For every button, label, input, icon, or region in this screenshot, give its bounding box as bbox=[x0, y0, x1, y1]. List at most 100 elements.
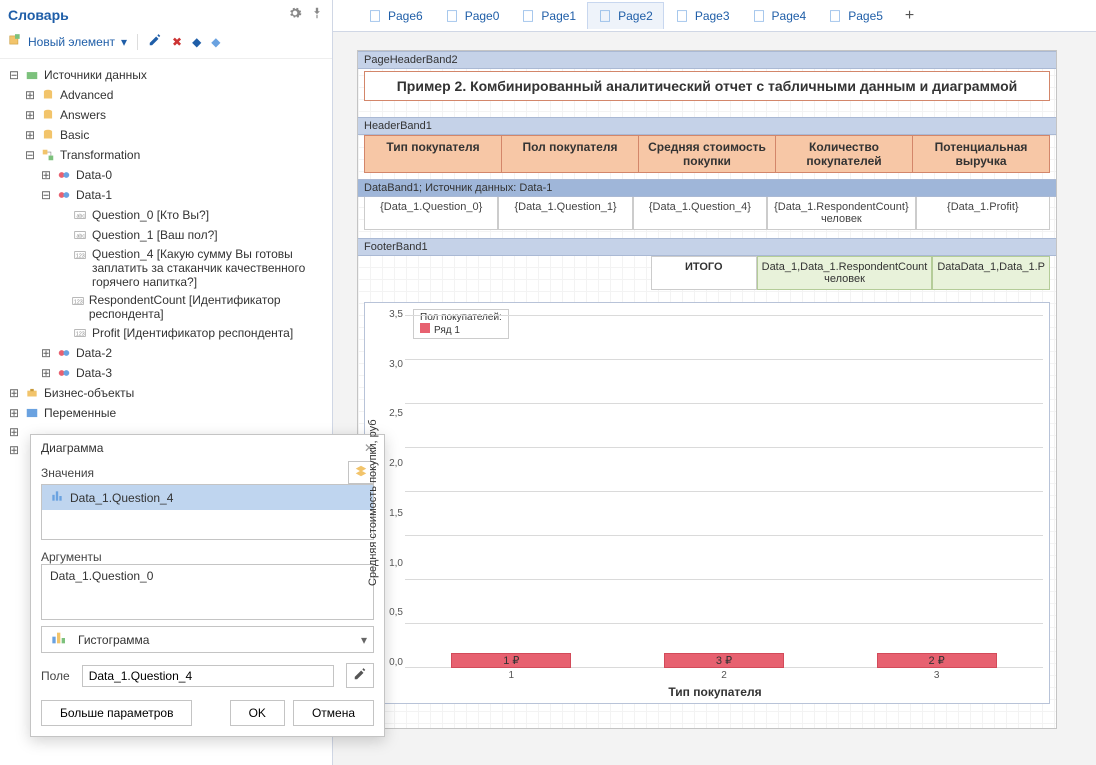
tree-q0[interactable]: abc Question_0 [Кто Вы?] bbox=[2, 205, 332, 225]
business-icon bbox=[24, 385, 40, 401]
collapse-icon[interactable]: ⊟ bbox=[24, 148, 36, 162]
header-cell[interactable]: Средняя стоимость покупки bbox=[639, 136, 776, 172]
footer-row[interactable]: ИТОГО Data_1,Data_1.RespondentCount чело… bbox=[364, 256, 1050, 290]
tree-data1[interactable]: ⊟ Data-1 bbox=[2, 185, 332, 205]
data-row[interactable]: {Data_1.Question_0}{Data_1.Question_1}{D… bbox=[364, 197, 1050, 230]
argument-list-item[interactable]: Data_1.Question_0 bbox=[42, 565, 373, 587]
ok-button[interactable]: OK bbox=[230, 700, 285, 726]
tree-label: Question_1 [Ваш пол?] bbox=[92, 228, 218, 242]
move-down-icon[interactable]: ◆ bbox=[211, 35, 220, 49]
edit-icon[interactable] bbox=[148, 33, 162, 50]
footer-band-label: FooterBand1 bbox=[358, 238, 1056, 256]
tree-label: Data-1 bbox=[76, 188, 112, 202]
values-listbox[interactable]: Data_1.Question_4 bbox=[41, 484, 374, 540]
arguments-listbox[interactable]: Data_1.Question_0 bbox=[41, 564, 374, 620]
argument-item-text: Data_1.Question_0 bbox=[50, 569, 153, 583]
header-row[interactable]: Тип покупателяПол покупателяСредняя стои… bbox=[364, 135, 1050, 173]
data-cell[interactable]: {Data_1.Question_0} bbox=[364, 197, 498, 230]
report-page[interactable]: PageHeaderBand2 Пример 2. Комбинированны… bbox=[357, 50, 1057, 729]
tree-q4[interactable]: 123 Question_4 [Какую сумму Вы готовы за… bbox=[2, 245, 332, 291]
tree-variables[interactable]: ⊞ Переменные bbox=[2, 403, 332, 423]
data-cell[interactable]: {Data_1.RespondentCount} человек bbox=[767, 197, 916, 230]
expand-icon[interactable]: ⊞ bbox=[24, 88, 36, 102]
tab-page3[interactable]: Page3 bbox=[664, 2, 741, 29]
svg-text:123: 123 bbox=[76, 331, 85, 337]
chart-component[interactable]: Средняя стоимость покупки, руб Пол покуп… bbox=[364, 302, 1050, 704]
sidebar-toolbar: Новый элемент ▾ ✖ ◆ ◆ bbox=[0, 29, 332, 59]
data-cell[interactable]: {Data_1.Question_4} bbox=[633, 197, 767, 230]
tab-page2[interactable]: Page2 bbox=[587, 2, 664, 29]
tree-transformation[interactable]: ⊟ Transformation bbox=[2, 145, 332, 165]
header-cell[interactable]: Количество покупателей bbox=[776, 136, 913, 172]
y-tick: 0,5 bbox=[383, 607, 403, 618]
footer-cell[interactable]: DataData_1,Data_1.P bbox=[932, 256, 1050, 290]
tab-page4[interactable]: Page4 bbox=[741, 2, 818, 29]
chart-type-select[interactable]: Гистограмма ▾ bbox=[41, 626, 374, 653]
db-icon bbox=[40, 107, 56, 123]
gear-icon[interactable] bbox=[288, 6, 302, 23]
tree-business-objects[interactable]: ⊞ Бизнес-объекты bbox=[2, 383, 332, 403]
page-header-band-label: PageHeaderBand2 bbox=[358, 51, 1056, 69]
svg-text:123: 123 bbox=[74, 299, 83, 305]
tree-label: RespondentCount [Идентификатор респонден… bbox=[89, 293, 328, 321]
expand-icon[interactable]: ⊞ bbox=[8, 425, 20, 439]
new-element-button[interactable]: Новый элемент ▾ bbox=[8, 33, 127, 50]
tab-page5[interactable]: Page5 bbox=[817, 2, 894, 29]
tree-data3[interactable]: ⊞ Data-3 bbox=[2, 363, 332, 383]
chart-panel-title: Диаграмма bbox=[41, 441, 103, 455]
dataset-icon bbox=[56, 345, 72, 361]
tree-basic[interactable]: ⊞ Basic bbox=[2, 125, 332, 145]
expand-icon[interactable]: ⊞ bbox=[24, 108, 36, 122]
collapse-icon[interactable]: ⊟ bbox=[40, 188, 52, 202]
header-cell[interactable]: Пол покупателя bbox=[502, 136, 639, 172]
y-tick: 2,0 bbox=[383, 458, 403, 469]
expand-icon[interactable]: ⊞ bbox=[8, 443, 20, 457]
chart-properties-panel: Диаграмма ✕ Значения Data_1.Question_4 А… bbox=[30, 434, 385, 737]
pin-icon[interactable] bbox=[310, 6, 324, 23]
header-cell[interactable]: Тип покупателя bbox=[365, 136, 502, 172]
expand-icon[interactable]: ⊞ bbox=[8, 406, 20, 420]
tree-answers[interactable]: ⊞ Answers bbox=[2, 105, 332, 125]
db-icon bbox=[40, 127, 56, 143]
tab-page6[interactable]: Page6 bbox=[357, 2, 434, 29]
footer-total-cell[interactable]: ИТОГО bbox=[651, 256, 757, 290]
cancel-button[interactable]: Отмена bbox=[293, 700, 374, 726]
value-list-item[interactable]: Data_1.Question_4 bbox=[42, 485, 373, 510]
expand-icon[interactable]: ⊞ bbox=[40, 366, 52, 380]
bar-chart-icon bbox=[50, 489, 64, 506]
design-canvas[interactable]: PageHeaderBand2 Пример 2. Комбинированны… bbox=[333, 32, 1096, 765]
move-up-icon[interactable]: ◆ bbox=[192, 35, 201, 49]
tree-label: Profit [Идентификатор респондента] bbox=[92, 326, 293, 340]
tree-profit[interactable]: 123 Profit [Идентификатор респондента] bbox=[2, 323, 332, 343]
tree-label: Transformation bbox=[60, 148, 140, 162]
field-label: Поле bbox=[41, 669, 70, 683]
tree-sources[interactable]: ⊟ Источники данных bbox=[2, 65, 332, 85]
page-tabs: Page6Page0Page1Page2Page3Page4Page5 + bbox=[333, 0, 1096, 32]
tree-label: Data-3 bbox=[76, 366, 112, 380]
tree-data2[interactable]: ⊞ Data-2 bbox=[2, 343, 332, 363]
expand-icon[interactable]: ⊞ bbox=[24, 128, 36, 142]
tree-q1[interactable]: abc Question_1 [Ваш пол?] bbox=[2, 225, 332, 245]
tree-advanced[interactable]: ⊞ Advanced bbox=[2, 85, 332, 105]
new-element-icon bbox=[8, 33, 22, 50]
header-cell[interactable]: Потенциальная выручка bbox=[913, 136, 1049, 172]
collapse-icon[interactable]: ⊟ bbox=[8, 68, 20, 82]
svg-text:abc: abc bbox=[77, 213, 86, 219]
tab-page0[interactable]: Page0 bbox=[434, 2, 511, 29]
delete-icon[interactable]: ✖ bbox=[172, 35, 182, 49]
report-title[interactable]: Пример 2. Комбинированный аналитический … bbox=[364, 71, 1050, 101]
data-cell[interactable]: {Data_1.Profit} bbox=[916, 197, 1050, 230]
expand-icon[interactable]: ⊞ bbox=[8, 386, 20, 400]
more-parameters-button[interactable]: Больше параметров bbox=[41, 700, 192, 726]
footer-cell[interactable]: Data_1,Data_1.RespondentCount человек bbox=[757, 256, 933, 290]
tree-data0[interactable]: ⊞ Data-0 bbox=[2, 165, 332, 185]
expand-icon[interactable]: ⊞ bbox=[40, 346, 52, 360]
data-cell[interactable]: {Data_1.Question_1} bbox=[498, 197, 632, 230]
chart-bar: 2 ₽ bbox=[877, 653, 997, 668]
number-field-icon: 123 bbox=[72, 247, 88, 263]
tree-rc[interactable]: 123 RespondentCount [Идентификатор респо… bbox=[2, 291, 332, 323]
tab-page1[interactable]: Page1 bbox=[510, 2, 587, 29]
field-input[interactable] bbox=[82, 665, 334, 687]
add-page-tab[interactable]: + bbox=[894, 4, 925, 27]
expand-icon[interactable]: ⊞ bbox=[40, 168, 52, 182]
